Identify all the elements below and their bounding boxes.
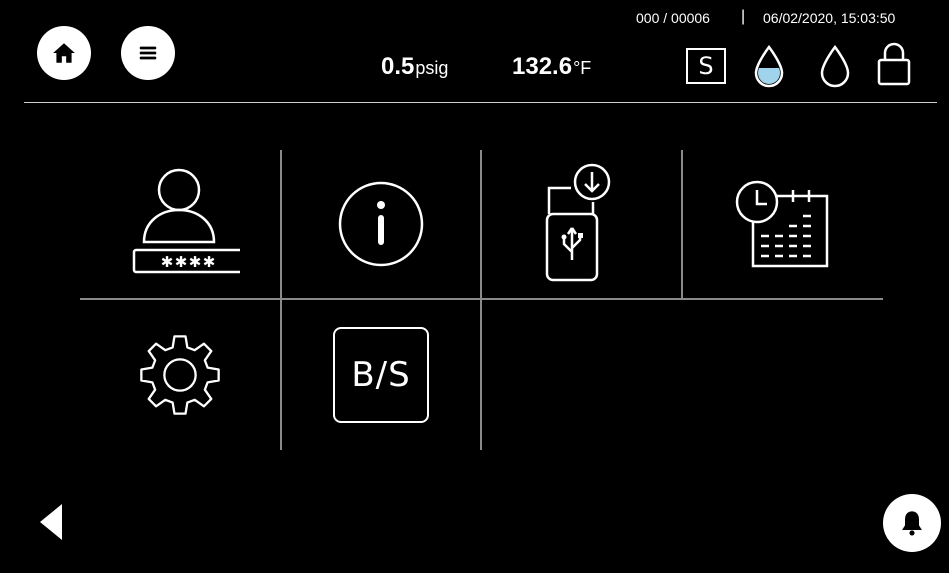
- menu-button[interactable]: [121, 26, 175, 80]
- bell-icon: [902, 511, 922, 536]
- temperature-reading: 132.6 °F: [512, 53, 591, 81]
- user-password-icon: ✱ ✱ ✱ ✱: [132, 168, 240, 274]
- pressure-reading: 0.5 psig: [381, 53, 448, 81]
- svg-text:✱: ✱: [203, 253, 216, 271]
- cycle-counter: 000 / 00006: [636, 10, 710, 26]
- water-drop-empty-icon[interactable]: [818, 44, 852, 88]
- header-divider: [24, 102, 937, 103]
- bs-tile[interactable]: B/S: [282, 300, 480, 450]
- settings-tile[interactable]: [80, 300, 280, 450]
- datetime: 06/02/2020, 15:03:50: [763, 10, 896, 26]
- usb-download-tile[interactable]: [482, 150, 681, 298]
- svg-text:✱: ✱: [189, 253, 202, 271]
- temperature-unit: °F: [573, 58, 592, 78]
- lock-open-icon[interactable]: [876, 40, 912, 88]
- pressure-unit: psig: [415, 58, 449, 78]
- info-tile[interactable]: [282, 150, 480, 298]
- home-button[interactable]: [37, 26, 91, 80]
- alarm-button[interactable]: [883, 494, 941, 552]
- gear-icon: [140, 335, 220, 415]
- schedule-tile[interactable]: [683, 150, 883, 298]
- mode-indicator[interactable]: S: [686, 48, 726, 84]
- separator: |: [741, 8, 746, 25]
- pressure-value: 0.5: [381, 53, 415, 80]
- temperature-value: 132.6: [512, 53, 573, 80]
- usb-download-icon: [545, 163, 610, 282]
- svg-text:✱: ✱: [161, 253, 174, 271]
- calendar-clock-icon: [735, 180, 829, 268]
- bs-button: B/S: [333, 327, 429, 423]
- user-login-tile[interactable]: ✱ ✱ ✱ ✱: [80, 150, 280, 298]
- home-icon: [53, 43, 75, 63]
- back-arrow-icon[interactable]: [36, 500, 68, 544]
- menu-icon: [139, 46, 157, 60]
- water-drop-filled-icon[interactable]: [752, 44, 786, 88]
- info-icon: [338, 181, 424, 267]
- svg-text:✱: ✱: [175, 253, 188, 271]
